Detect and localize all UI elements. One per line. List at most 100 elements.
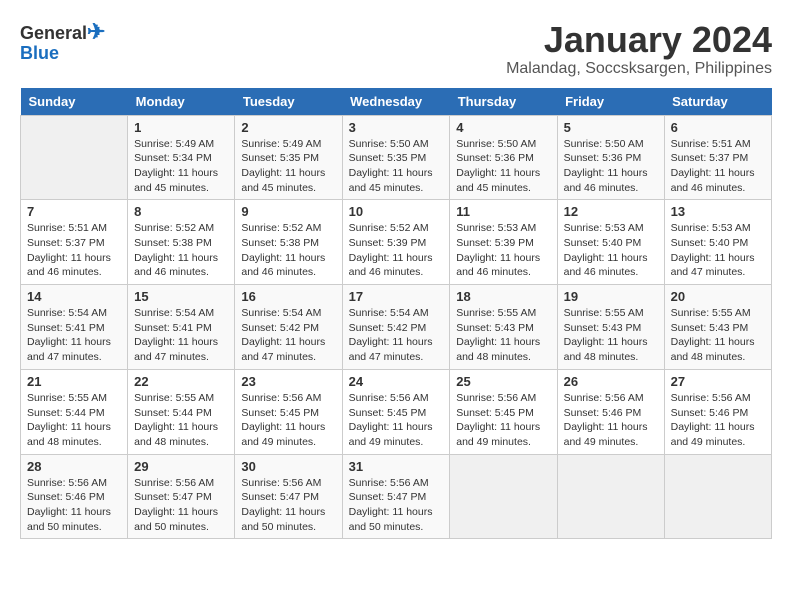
day-number: 22 xyxy=(134,374,228,389)
title-section: January 2024 Malandag, Soccsksargen, Phi… xyxy=(506,20,772,78)
calendar-cell: 30Sunrise: 5:56 AMSunset: 5:47 PMDayligh… xyxy=(235,454,342,539)
week-row-5: 28 Sunrise: 5:56 AMSunset: 5:46 PMDayligh… xyxy=(21,454,772,539)
day-detail: Sunrise: 5:52 AMSunset: 5:39 PMDaylight:… xyxy=(349,221,444,280)
day-detail: Sunrise: 5:51 AMSunset: 5:37 PMDaylight:… xyxy=(671,137,765,196)
day-number: 6 xyxy=(671,120,765,135)
week-row-2: 7 Sunrise: 5:51 AMSunset: 5:37 PMDaylight… xyxy=(21,200,772,285)
calendar-cell: 27 Sunrise: 5:56 AMSunset: 5:46 PMDayligh… xyxy=(664,369,771,454)
day-number: 2 xyxy=(241,120,335,135)
day-number: 15 xyxy=(134,289,228,304)
day-detail: Sunrise: 5:50 AMSunset: 5:35 PMDaylight:… xyxy=(349,137,444,196)
day-detail: Sunrise: 5:54 AMSunset: 5:42 PMDaylight:… xyxy=(349,306,444,365)
day-number: 18 xyxy=(456,289,550,304)
calendar-cell: 9Sunrise: 5:52 AMSunset: 5:38 PMDaylight… xyxy=(235,200,342,285)
day-detail: Sunrise: 5:49 AMSunset: 5:35 PMDaylight:… xyxy=(241,137,335,196)
calendar-cell: 20 Sunrise: 5:55 AMSunset: 5:43 PMDayligh… xyxy=(664,285,771,370)
header-friday: Friday xyxy=(557,88,664,116)
day-detail: Sunrise: 5:52 AMSunset: 5:38 PMDaylight:… xyxy=(134,221,228,280)
header-row: SundayMondayTuesdayWednesdayThursdayFrid… xyxy=(21,88,772,116)
day-detail: Sunrise: 5:56 AMSunset: 5:47 PMDaylight:… xyxy=(349,476,444,535)
day-number: 27 xyxy=(671,374,765,389)
logo: General✈ Blue xyxy=(20,20,105,64)
calendar-title: January 2024 xyxy=(506,20,772,60)
day-number: 24 xyxy=(349,374,444,389)
calendar-cell: 2 Sunrise: 5:49 AMSunset: 5:35 PMDaylight… xyxy=(235,115,342,200)
logo-general: General xyxy=(20,23,87,43)
calendar-cell: 11 Sunrise: 5:53 AMSunset: 5:39 PMDayligh… xyxy=(450,200,557,285)
day-detail: Sunrise: 5:50 AMSunset: 5:36 PMDaylight:… xyxy=(564,137,658,196)
day-number: 31 xyxy=(349,459,444,474)
day-number: 28 xyxy=(27,459,121,474)
calendar-cell xyxy=(21,115,128,200)
day-number: 14 xyxy=(27,289,121,304)
header-wednesday: Wednesday xyxy=(342,88,450,116)
day-detail: Sunrise: 5:54 AMSunset: 5:42 PMDaylight:… xyxy=(241,306,335,365)
day-detail: Sunrise: 5:55 AMSunset: 5:43 PMDaylight:… xyxy=(564,306,658,365)
calendar-cell: 4 Sunrise: 5:50 AMSunset: 5:36 PMDaylight… xyxy=(450,115,557,200)
calendar-cell: 1Sunrise: 5:49 AMSunset: 5:34 PMDaylight… xyxy=(128,115,235,200)
day-number: 29 xyxy=(134,459,228,474)
calendar-cell xyxy=(664,454,771,539)
calendar-cell: 6 Sunrise: 5:51 AMSunset: 5:37 PMDaylight… xyxy=(664,115,771,200)
calendar-cell: 12 Sunrise: 5:53 AMSunset: 5:40 PMDayligh… xyxy=(557,200,664,285)
day-detail: Sunrise: 5:56 AMSunset: 5:45 PMDaylight:… xyxy=(456,391,550,450)
header-monday: Monday xyxy=(128,88,235,116)
day-number: 19 xyxy=(564,289,658,304)
day-detail: Sunrise: 5:56 AMSunset: 5:46 PMDaylight:… xyxy=(564,391,658,450)
day-detail: Sunrise: 5:53 AMSunset: 5:40 PMDaylight:… xyxy=(564,221,658,280)
day-detail: Sunrise: 5:49 AMSunset: 5:34 PMDaylight:… xyxy=(134,137,228,196)
day-number: 12 xyxy=(564,204,658,219)
day-detail: Sunrise: 5:56 AMSunset: 5:47 PMDaylight:… xyxy=(241,476,335,535)
day-detail: Sunrise: 5:56 AMSunset: 5:45 PMDaylight:… xyxy=(241,391,335,450)
header-saturday: Saturday xyxy=(664,88,771,116)
header-sunday: Sunday xyxy=(21,88,128,116)
day-detail: Sunrise: 5:55 AMSunset: 5:44 PMDaylight:… xyxy=(27,391,121,450)
day-number: 7 xyxy=(27,204,121,219)
calendar-cell: 22Sunrise: 5:55 AMSunset: 5:44 PMDayligh… xyxy=(128,369,235,454)
calendar-cell: 24 Sunrise: 5:56 AMSunset: 5:45 PMDayligh… xyxy=(342,369,450,454)
day-number: 17 xyxy=(349,289,444,304)
day-detail: Sunrise: 5:53 AMSunset: 5:39 PMDaylight:… xyxy=(456,221,550,280)
day-detail: Sunrise: 5:53 AMSunset: 5:40 PMDaylight:… xyxy=(671,221,765,280)
day-number: 20 xyxy=(671,289,765,304)
calendar-cell: 16 Sunrise: 5:54 AMSunset: 5:42 PMDayligh… xyxy=(235,285,342,370)
day-detail: Sunrise: 5:55 AMSunset: 5:43 PMDaylight:… xyxy=(456,306,550,365)
calendar-cell: 5Sunrise: 5:50 AMSunset: 5:36 PMDaylight… xyxy=(557,115,664,200)
day-number: 23 xyxy=(241,374,335,389)
calendar-cell: 21Sunrise: 5:55 AMSunset: 5:44 PMDayligh… xyxy=(21,369,128,454)
page-header: General✈ Blue January 2024 Malandag, Soc… xyxy=(20,20,772,78)
calendar-cell: 3 Sunrise: 5:50 AMSunset: 5:35 PMDaylight… xyxy=(342,115,450,200)
day-detail: Sunrise: 5:55 AMSunset: 5:43 PMDaylight:… xyxy=(671,306,765,365)
day-detail: Sunrise: 5:54 AMSunset: 5:41 PMDaylight:… xyxy=(27,306,121,365)
week-row-3: 14 Sunrise: 5:54 AMSunset: 5:41 PMDayligh… xyxy=(21,285,772,370)
calendar-cell: 18 Sunrise: 5:55 AMSunset: 5:43 PMDayligh… xyxy=(450,285,557,370)
calendar-cell: 8Sunrise: 5:52 AMSunset: 5:38 PMDaylight… xyxy=(128,200,235,285)
day-number: 11 xyxy=(456,204,550,219)
day-detail: Sunrise: 5:56 AMSunset: 5:46 PMDaylight:… xyxy=(671,391,765,450)
calendar-cell: 15 Sunrise: 5:54 AMSunset: 5:41 PMDayligh… xyxy=(128,285,235,370)
calendar-table: SundayMondayTuesdayWednesdayThursdayFrid… xyxy=(20,88,772,540)
calendar-cell: 26 Sunrise: 5:56 AMSunset: 5:46 PMDayligh… xyxy=(557,369,664,454)
day-detail: Sunrise: 5:56 AMSunset: 5:46 PMDaylight:… xyxy=(27,476,121,535)
day-detail: Sunrise: 5:56 AMSunset: 5:45 PMDaylight:… xyxy=(349,391,444,450)
day-detail: Sunrise: 5:50 AMSunset: 5:36 PMDaylight:… xyxy=(456,137,550,196)
calendar-cell: 13 Sunrise: 5:53 AMSunset: 5:40 PMDayligh… xyxy=(664,200,771,285)
calendar-cell xyxy=(450,454,557,539)
week-row-1: 1Sunrise: 5:49 AMSunset: 5:34 PMDaylight… xyxy=(21,115,772,200)
calendar-cell: 19 Sunrise: 5:55 AMSunset: 5:43 PMDayligh… xyxy=(557,285,664,370)
calendar-cell: 17 Sunrise: 5:54 AMSunset: 5:42 PMDayligh… xyxy=(342,285,450,370)
week-row-4: 21Sunrise: 5:55 AMSunset: 5:44 PMDayligh… xyxy=(21,369,772,454)
calendar-cell xyxy=(557,454,664,539)
header-tuesday: Tuesday xyxy=(235,88,342,116)
header-thursday: Thursday xyxy=(450,88,557,116)
day-number: 16 xyxy=(241,289,335,304)
day-detail: Sunrise: 5:51 AMSunset: 5:37 PMDaylight:… xyxy=(27,221,121,280)
day-detail: Sunrise: 5:54 AMSunset: 5:41 PMDaylight:… xyxy=(134,306,228,365)
day-number: 3 xyxy=(349,120,444,135)
calendar-subtitle: Malandag, Soccsksargen, Philippines xyxy=(506,60,772,78)
day-number: 26 xyxy=(564,374,658,389)
calendar-cell: 28 Sunrise: 5:56 AMSunset: 5:46 PMDayligh… xyxy=(21,454,128,539)
day-number: 13 xyxy=(671,204,765,219)
day-number: 4 xyxy=(456,120,550,135)
day-number: 9 xyxy=(241,204,335,219)
